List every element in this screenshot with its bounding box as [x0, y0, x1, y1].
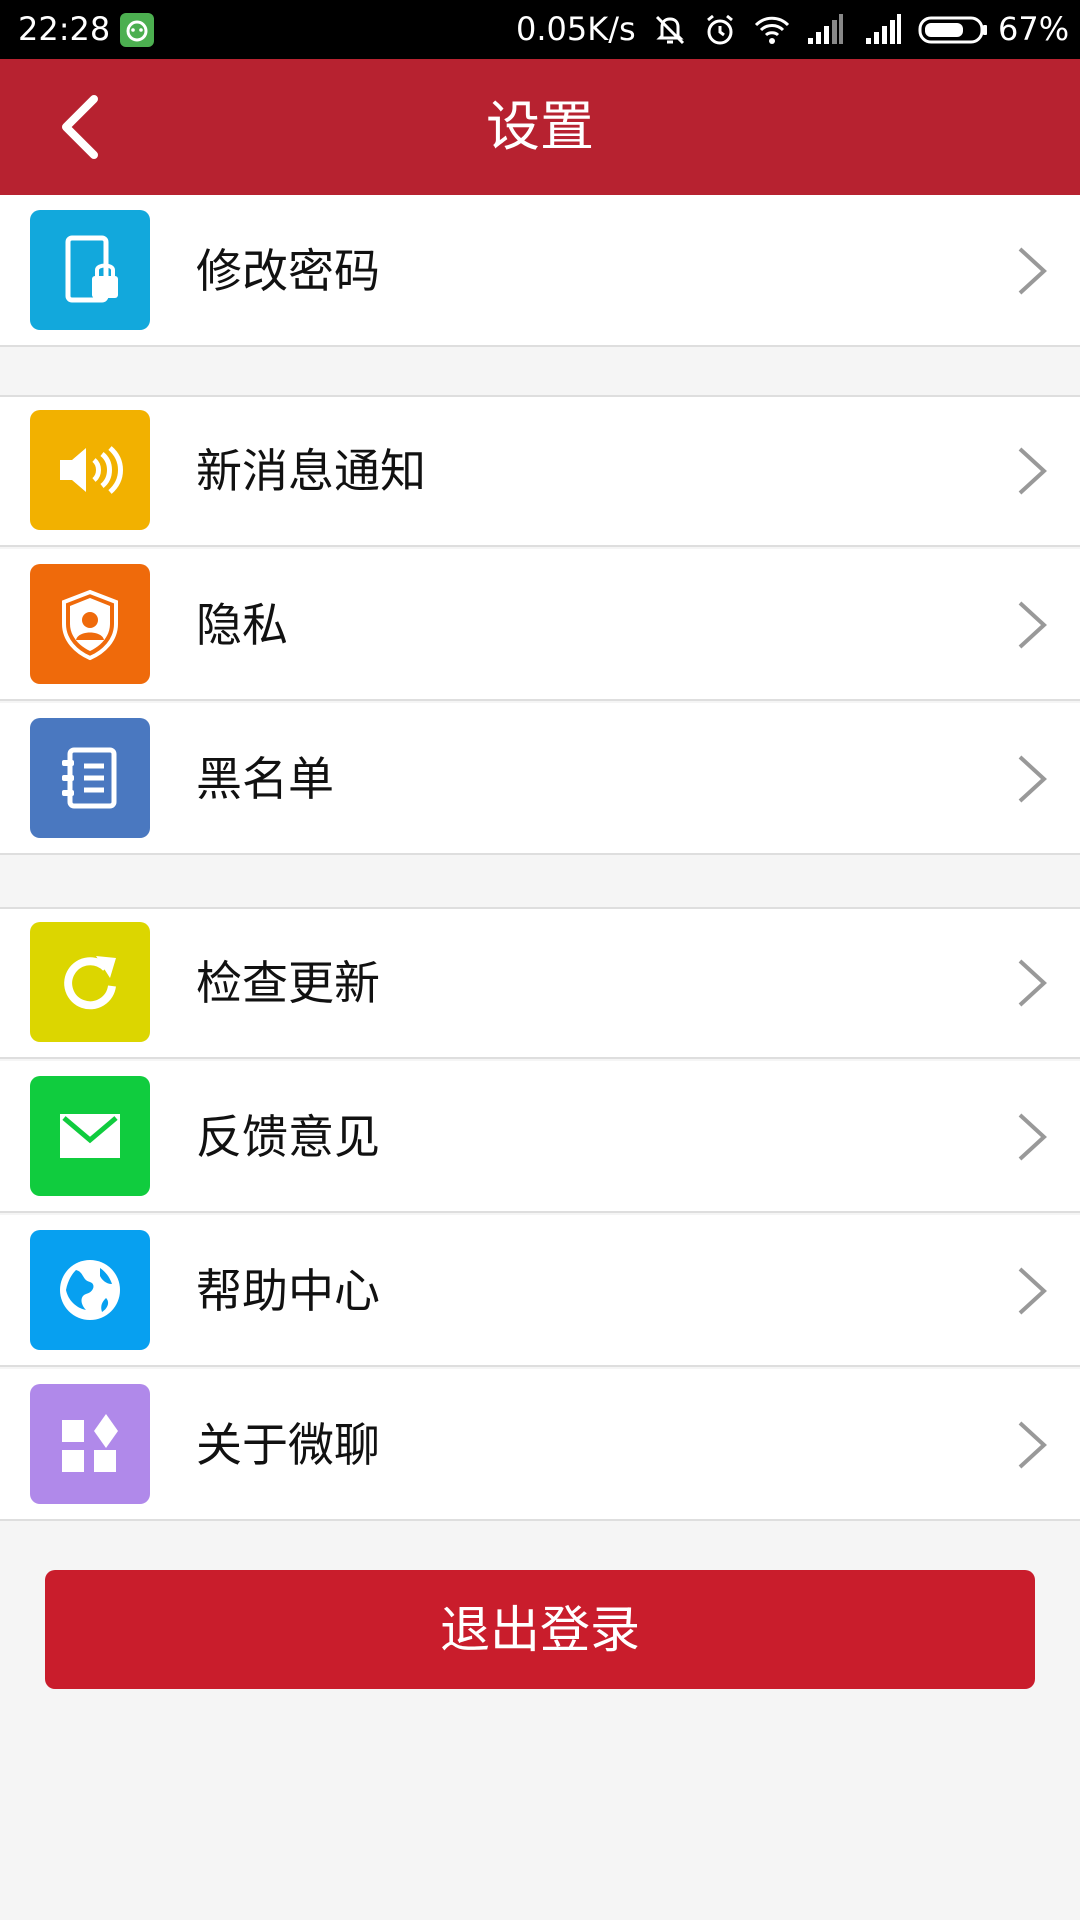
apps-icon [30, 1384, 150, 1504]
status-time: 22:28 [18, 10, 111, 48]
signal-icon [864, 12, 902, 56]
settings-item-label: 反馈意见 [196, 1110, 380, 1164]
divider [0, 1519, 1080, 1521]
chevron-right-icon [1018, 1113, 1047, 1161]
mute-icon [652, 12, 688, 56]
alarm-icon [702, 12, 738, 56]
divider [0, 545, 1080, 547]
chevron-right-icon [1018, 1421, 1047, 1469]
shield-user-icon [30, 564, 150, 684]
contact-book-icon [30, 718, 150, 838]
settings-item-label: 黑名单 [196, 752, 334, 806]
settings-item-label: 隐私 [196, 598, 288, 652]
settings-item-help-center[interactable]: 帮助中心 [0, 1215, 1080, 1367]
settings-item-label: 修改密码 [196, 244, 380, 298]
phone-lock-icon [30, 210, 150, 330]
chevron-right-icon [1018, 959, 1047, 1007]
settings-item-privacy[interactable]: 隐私 [0, 549, 1080, 701]
mail-icon [30, 1076, 150, 1196]
chevron-right-icon [1018, 755, 1047, 803]
divider [0, 1365, 1080, 1367]
chevron-right-icon [1018, 601, 1047, 649]
settings-item-label: 新消息通知 [196, 444, 426, 498]
signal-icon [806, 12, 844, 56]
settings-item-notifications[interactable]: 新消息通知 [0, 395, 1080, 547]
settings-item-feedback[interactable]: 反馈意见 [0, 1061, 1080, 1213]
globe-icon [30, 1230, 150, 1350]
settings-item-change-password[interactable]: 修改密码 [0, 195, 1080, 347]
page-title: 设置 [486, 95, 594, 158]
divider [0, 699, 1080, 701]
status-bar: 22:28 0.05K/s 67% [0, 0, 1080, 59]
divider [0, 853, 1080, 855]
settings-item-label: 关于微聊 [196, 1418, 380, 1472]
logout-button[interactable]: 退出登录 [45, 1570, 1035, 1689]
settings-item-check-update[interactable]: 检查更新 [0, 907, 1080, 1059]
divider [0, 395, 1080, 397]
settings-item-about[interactable]: 关于微聊 [0, 1369, 1080, 1521]
divider [0, 907, 1080, 909]
settings-item-label: 帮助中心 [196, 1264, 380, 1318]
chevron-right-icon [1018, 247, 1047, 295]
chevron-right-icon [1018, 447, 1047, 495]
divider [0, 345, 1080, 347]
notification-app-icon [120, 13, 154, 47]
speaker-icon [30, 410, 150, 530]
divider [0, 1057, 1080, 1059]
app-bar: 设置 [0, 59, 1080, 195]
settings-item-blacklist[interactable]: 黑名单 [0, 703, 1080, 855]
divider [0, 1211, 1080, 1213]
back-button[interactable] [40, 87, 120, 167]
back-arrow-icon [62, 95, 98, 159]
battery-percent: 67% [998, 10, 1070, 48]
network-speed: 0.05K/s [516, 10, 636, 48]
refresh-icon [30, 922, 150, 1042]
battery-icon [918, 12, 990, 56]
settings-item-label: 检查更新 [196, 956, 380, 1010]
wifi-icon [752, 12, 792, 56]
chevron-right-icon [1018, 1267, 1047, 1315]
